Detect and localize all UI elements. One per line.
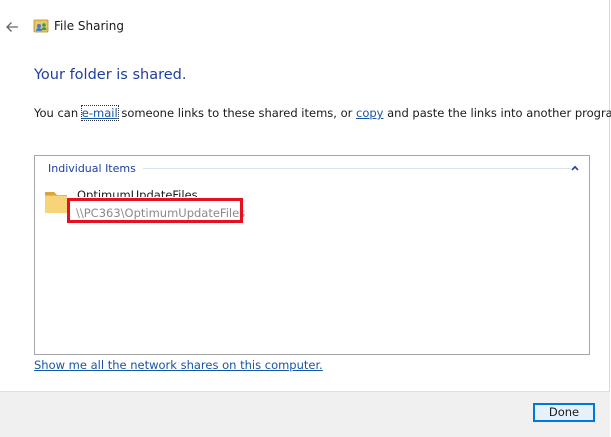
page-heading: Your folder is shared.: [34, 67, 187, 83]
item-name: OptimumUpdateFiles: [77, 188, 198, 197]
highlight-annotation: [67, 198, 243, 223]
footer-bar: [0, 391, 610, 437]
file-sharing-icon: [33, 19, 49, 33]
group-divider: [143, 168, 571, 169]
title-bar: File Sharing: [0, 0, 611, 52]
window-title: File Sharing: [54, 19, 124, 33]
chevron-up-icon: [571, 165, 579, 171]
copy-link[interactable]: copy: [356, 106, 383, 120]
instructions-prefix: You can: [34, 106, 82, 120]
group-label: Individual Items: [48, 162, 136, 175]
done-button[interactable]: Done: [533, 403, 595, 422]
email-link[interactable]: e-mail: [80, 105, 119, 121]
back-arrow-icon: [6, 22, 18, 32]
shared-items-list: Individual Items OptimumUpdateFiles \\PC…: [34, 155, 590, 355]
back-button[interactable]: [2, 17, 22, 37]
folder-icon: [45, 192, 67, 213]
instructions-suffix: and paste the links into another program…: [383, 106, 611, 120]
group-header[interactable]: Individual Items: [35, 156, 589, 176]
collapse-group-button[interactable]: [568, 162, 582, 174]
instructions-text: You can e-mail someone links to these sh…: [34, 105, 611, 121]
network-shares-link[interactable]: Show me all the network shares on this c…: [34, 358, 323, 372]
instructions-middle: someone links to these shared items, or: [117, 106, 357, 120]
